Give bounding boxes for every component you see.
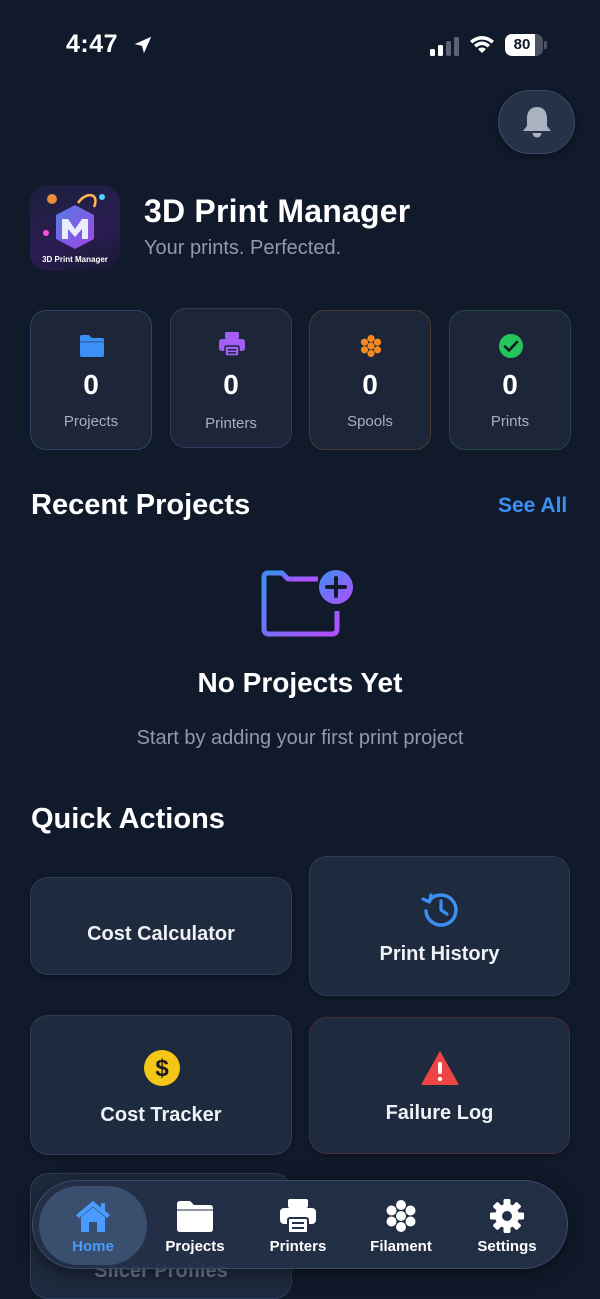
stat-label: Printers [205, 415, 257, 432]
home-icon [76, 1201, 110, 1232]
stat-card-printers[interactable]: 0 Printers [170, 308, 292, 448]
folder-icon [80, 335, 104, 357]
stat-label: Projects [63, 413, 119, 430]
printer-icon [280, 1199, 316, 1234]
tab-projects[interactable]: Projects [149, 1181, 241, 1270]
tab-printers[interactable]: Printers [251, 1181, 345, 1270]
battery-indicator: 80 [505, 34, 547, 56]
stat-label: Spools [347, 413, 393, 430]
folder-icon [177, 1201, 213, 1232]
filament-icon [386, 1200, 416, 1232]
status-time: 4:47 [66, 30, 119, 58]
bell-icon [522, 107, 551, 138]
tab-label: Home [72, 1238, 114, 1255]
gear-icon [490, 1199, 524, 1233]
empty-state-subtitle: Start by adding your first print project [136, 727, 464, 749]
logo-caption: 3D Print Manager [42, 255, 108, 264]
see-all-link[interactable]: See All [498, 494, 567, 518]
cost-calculator-button[interactable]: Cost Calculator [30, 877, 292, 975]
stat-card-prints[interactable]: 0 Prints [449, 310, 571, 450]
cost-tracker-button[interactable]: $ Cost Tracker [30, 1015, 292, 1155]
check-circle-icon [499, 334, 523, 358]
warning-icon [421, 1051, 459, 1085]
tab-label: Projects [165, 1238, 225, 1255]
recent-projects-title: Recent Projects [31, 489, 251, 521]
app-title: 3D Print Manager [144, 193, 411, 229]
action-label: Print History [379, 943, 500, 965]
action-label: Cost Tracker [100, 1104, 222, 1126]
tab-bar: Home Projects Printers Filament Settings [32, 1180, 568, 1269]
cellular-signal-icon [430, 37, 459, 56]
tab-label: Printers [269, 1238, 327, 1255]
stat-value: 0 [362, 369, 378, 400]
failure-log-button[interactable]: Failure Log [309, 1017, 570, 1154]
print-history-button[interactable]: Print History [309, 856, 570, 996]
action-label: Cost Calculator [87, 923, 235, 945]
notifications-button[interactable] [498, 90, 575, 154]
wifi-icon [470, 36, 494, 53]
spool-icon [360, 334, 382, 358]
empty-state-title: No Projects Yet [197, 667, 403, 698]
stat-label: Prints [490, 413, 530, 430]
action-label: Failure Log [385, 1102, 494, 1124]
svg-text:$: $ [155, 1055, 169, 1082]
tab-home[interactable]: Home [39, 1186, 147, 1265]
add-folder-icon [261, 570, 353, 637]
stat-card-spools[interactable]: 0 Spools [309, 310, 431, 450]
battery-level: 80 [513, 36, 531, 53]
tab-filament[interactable]: Filament [353, 1181, 449, 1270]
tab-label: Filament [370, 1238, 432, 1255]
quick-actions-title: Quick Actions [31, 803, 225, 835]
status-bar: 4:47 80 [0, 0, 600, 92]
stat-value: 0 [223, 369, 239, 400]
history-icon [421, 893, 458, 927]
stat-value: 0 [502, 369, 518, 400]
stat-card-projects[interactable]: 0 Projects [30, 310, 152, 450]
tab-settings[interactable]: Settings [461, 1181, 553, 1270]
app-subtitle: Your prints. Perfected. [144, 237, 342, 259]
tab-label: Settings [477, 1238, 537, 1255]
app-logo: 3D Print Manager [30, 185, 120, 271]
stat-value: 0 [83, 369, 99, 400]
dollar-icon: $ [144, 1050, 180, 1086]
printer-icon [219, 332, 245, 357]
location-arrow-icon [134, 36, 152, 54]
